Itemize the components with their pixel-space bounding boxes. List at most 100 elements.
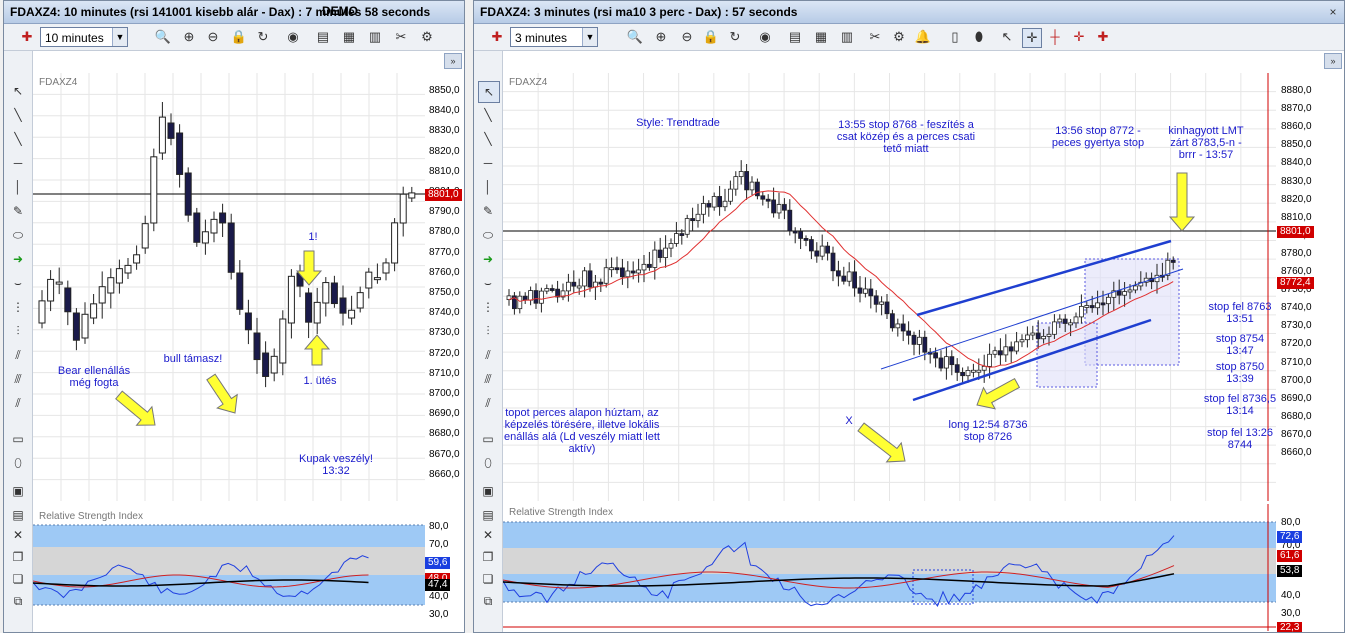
settings-icon[interactable]: ⚙ [418,28,436,46]
left-titlebar[interactable]: FDAXZ4: 10 minutes (rsi 141001 kisebb al… [4,1,464,24]
scissors-icon[interactable]: ✂ [392,28,410,46]
text-icon[interactable]: ✎ [478,201,498,221]
pin-icon[interactable]: ✚ [488,28,506,46]
fib-icon[interactable]: ⫶ [8,321,28,341]
phone-icon[interactable]: ▯ [946,28,964,46]
ray-icon[interactable]: ╲ [8,129,28,149]
rectangle-tool-icon[interactable]: ▭ [478,429,498,449]
vline-icon[interactable]: │ [478,177,498,197]
grid-icon[interactable]: ▦ [812,28,830,46]
delete-icon[interactable]: ✕ [478,525,498,545]
candle-body [38,300,46,324]
cursor-icon[interactable]: ↖ [998,28,1016,46]
lock-icon[interactable]: 🔒 [230,28,248,46]
hline-icon[interactable]: ─ [478,153,498,173]
layers-icon[interactable]: ⧉ [8,591,28,611]
price-tick-label: 8720,0 [429,347,460,359]
ray-icon[interactable]: ╲ [478,129,498,149]
chevron-down-icon[interactable]: ▼ [112,28,127,46]
expand-icon[interactable]: » [1324,53,1342,69]
refresh-icon[interactable]: ↻ [254,28,272,46]
chart-style-icon[interactable]: ▤ [314,28,332,46]
rectangle-tool-icon[interactable]: ▭ [8,429,28,449]
zoom-in-icon[interactable]: ⊕ [180,28,198,46]
template-icon[interactable]: ▣ [8,481,28,501]
line-icon[interactable]: ╲ [8,105,28,125]
gann-icon[interactable]: ⫻ [8,369,28,389]
vline-icon[interactable]: │ [8,177,28,197]
right-price-plot[interactable]: FDAXZ4 Style: Trendtrade 13:55 stop 8768… [503,73,1276,501]
left-rsi-plot[interactable]: Relative Strength Index [33,507,425,631]
fan-icon[interactable]: ⫽ [8,393,28,413]
fan-icon[interactable]: ⫽ [478,393,498,413]
candle-body [609,267,614,271]
expand-icon[interactable]: » [444,53,462,69]
left-price-plot[interactable]: FDAXZ4 Bear ellenállás még fogta bull tá… [33,73,425,501]
red-crosshair-icon[interactable]: ┼ [1046,28,1064,46]
curve-icon[interactable]: ⌣ [8,273,28,293]
paste-icon[interactable]: ❏ [478,569,498,589]
pitchfork-icon[interactable]: ⫽ [478,345,498,365]
cursor-icon[interactable]: ↖ [8,81,28,101]
mouse-icon[interactable]: ⬮ [970,28,988,46]
lock-icon[interactable]: 🔒 [702,28,720,46]
close-icon[interactable]: × [1326,5,1340,19]
text-icon[interactable]: ✎ [8,201,28,221]
right-rsi-plot[interactable]: Relative Strength Index [503,504,1276,631]
candle-body [717,196,723,208]
zoom-icon[interactable]: 🔍 [154,28,172,46]
right-timeframe-select[interactable]: 3 minutes ▼ [510,27,598,47]
hline-icon[interactable]: ─ [8,153,28,173]
right-annotation-topot: topot perces alapon húztam, az képzelés … [504,407,660,455]
chevron-down-icon[interactable]: ▼ [582,28,597,46]
line-icon[interactable]: ╲ [478,105,498,125]
scissors-icon[interactable]: ✂ [866,28,884,46]
ellipse-tool-icon[interactable]: ⬭ [8,225,28,245]
properties-icon[interactable]: ▤ [8,505,28,525]
paste-icon[interactable]: ❏ [8,569,28,589]
cursor-icon[interactable]: ↖ [478,81,500,103]
arrow-tool-icon[interactable]: ➜ [8,249,28,269]
properties-icon[interactable]: ▤ [478,505,498,525]
price-tick-label: 8770,0 [429,246,460,258]
left-timeframe-select[interactable]: 10 minutes ▼ [40,27,128,47]
zoom-out-icon[interactable]: ⊖ [204,28,222,46]
ellipse-shape-icon[interactable]: ⬯ [8,453,28,473]
table-icon[interactable]: ▥ [366,28,384,46]
eye-icon[interactable]: ◉ [756,28,774,46]
red-cross-down-icon[interactable]: ✚ [1094,28,1112,46]
arrow-tool-icon[interactable]: ➜ [478,249,498,269]
candle-body [55,281,63,285]
layers-icon[interactable]: ⧉ [478,591,498,611]
grid-icon[interactable]: ▦ [340,28,358,46]
template-icon[interactable]: ▣ [478,481,498,501]
gann-icon[interactable]: ⫻ [478,369,498,389]
candle-body [158,116,166,154]
copy-icon[interactable]: ❐ [8,547,28,567]
curve-icon[interactable]: ⌣ [478,273,498,293]
candle-body [399,193,407,224]
candle-body [1084,305,1090,308]
pitchfork-icon[interactable]: ⫽ [8,345,28,365]
zoom-out-icon[interactable]: ⊖ [678,28,696,46]
eye-icon[interactable]: ◉ [284,28,302,46]
delete-icon[interactable]: ✕ [8,525,28,545]
candle-body [749,181,755,191]
crosshair-icon[interactable]: ✛ [1022,28,1042,48]
red-cross-icon[interactable]: ✛ [1070,28,1088,46]
chart-style-icon[interactable]: ▤ [786,28,804,46]
ellipse-shape-icon[interactable]: ⬯ [478,453,498,473]
channel-icon[interactable]: ⋮ [8,297,28,317]
zoom-in-icon[interactable]: ⊕ [652,28,670,46]
channel-icon[interactable]: ⋮ [478,297,498,317]
ellipse-tool-icon[interactable]: ⬭ [478,225,498,245]
settings-icon[interactable]: ⚙ [890,28,908,46]
refresh-icon[interactable]: ↻ [726,28,744,46]
pin-icon[interactable]: ✚ [18,28,36,46]
alert-icon[interactable]: 🔔 [914,28,932,46]
copy-icon[interactable]: ❐ [478,547,498,567]
right-titlebar[interactable]: FDAXZ4: 3 minutes (rsi ma10 3 perc - Dax… [474,1,1344,24]
fib-icon[interactable]: ⫶ [478,321,498,341]
zoom-icon[interactable]: 🔍 [626,28,644,46]
table-icon[interactable]: ▥ [838,28,856,46]
